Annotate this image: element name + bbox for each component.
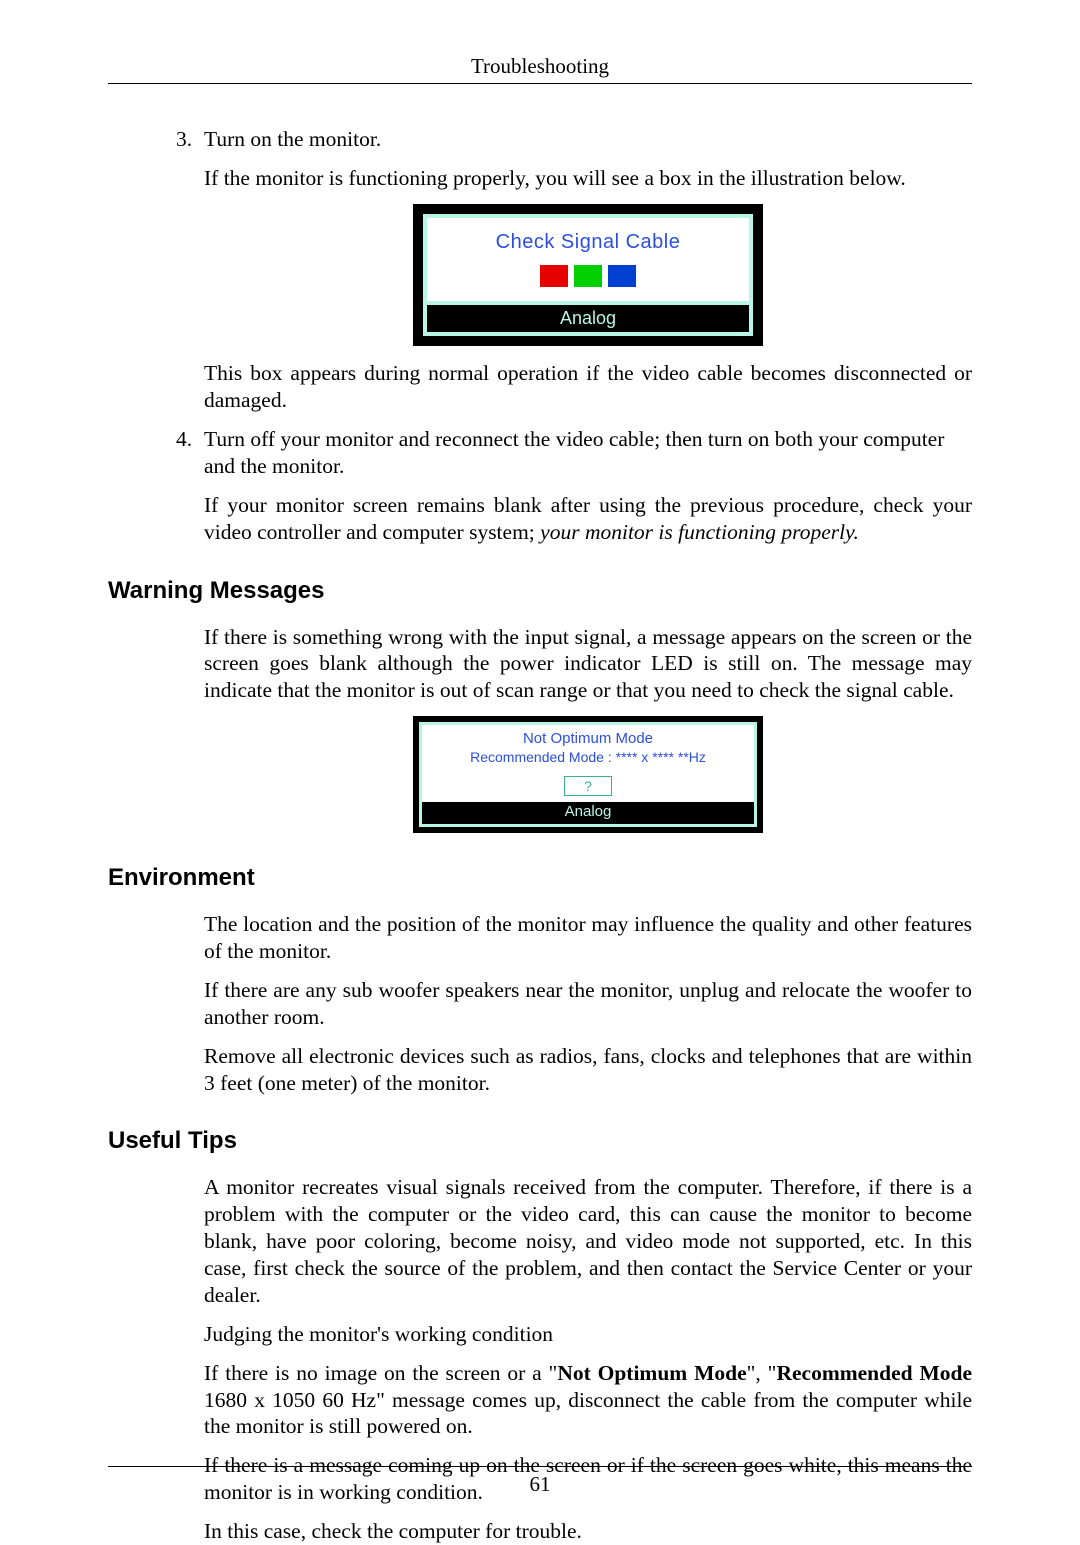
heading-environment: Environment xyxy=(108,863,972,893)
figure2-line2: Recommended Mode : **** x **** **Hz xyxy=(422,749,754,773)
red-square-icon xyxy=(540,265,568,287)
step-4-body: Turn off your monitor and reconnect the … xyxy=(204,426,972,480)
post-steps-note-italic: your monitor is functioning properly. xyxy=(540,520,859,544)
footer-rule xyxy=(108,1466,972,1467)
figure1-title: Check Signal Cable xyxy=(427,230,749,255)
step-3-number: 3. xyxy=(108,126,204,153)
tips-p5: In this case, check the computer for tro… xyxy=(204,1518,972,1545)
tips-p3-part-e: 1680 x 1050 60 Hz" message comes up, dis… xyxy=(204,1388,972,1439)
tips-p3-bold-1: Not Optimum Mode xyxy=(557,1361,746,1385)
environment-p3: Remove all electronic devices such as ra… xyxy=(204,1043,972,1097)
heading-warning-messages: Warning Messages xyxy=(108,576,972,606)
tips-p3: If there is no image on the screen or a … xyxy=(204,1360,972,1441)
step-4-number: 4. xyxy=(108,426,204,480)
warning-body: If there is something wrong with the inp… xyxy=(204,624,972,705)
tips-p3-bold-2: Recommended Mode xyxy=(776,1361,972,1385)
step-3-body: If the monitor is functioning properly, … xyxy=(204,165,972,192)
step-3: 3. Turn on the monitor. xyxy=(108,126,972,153)
tips-p3-part-c: ", " xyxy=(747,1361,777,1385)
figure1-color-squares xyxy=(427,265,749,287)
tips-p2: Judging the monitor's working condition xyxy=(204,1321,972,1348)
figure2-line1: Not Optimum Mode xyxy=(422,725,754,749)
figure2-question-button: ? xyxy=(564,776,612,796)
green-square-icon xyxy=(574,265,602,287)
page-header-title: Troubleshooting xyxy=(108,54,972,79)
step-3-title: Turn on the monitor. xyxy=(204,126,972,153)
blue-square-icon xyxy=(608,265,636,287)
figure-check-signal-cable: Check Signal Cable Analog xyxy=(204,204,972,347)
tips-p1: A monitor recreates visual signals recei… xyxy=(204,1174,972,1308)
figure1-footer: Analog xyxy=(427,305,749,333)
figure-not-optimum-mode: Not Optimum Mode Recommended Mode : ****… xyxy=(204,716,972,833)
step-3-after: This box appears during normal operation… xyxy=(204,360,972,414)
page-content: 3. Turn on the monitor. If the monitor i… xyxy=(108,126,972,1545)
tips-p3-part-a: If there is no image on the screen or a … xyxy=(204,1361,557,1385)
page-number: 61 xyxy=(0,1472,1080,1497)
post-steps-note: If your monitor screen remains blank aft… xyxy=(204,492,972,546)
step-4: 4. Turn off your monitor and reconnect t… xyxy=(108,426,972,480)
environment-p2: If there are any sub woofer speakers nea… xyxy=(204,977,972,1031)
heading-useful-tips: Useful Tips xyxy=(108,1126,972,1156)
header-rule xyxy=(108,83,972,84)
environment-p1: The location and the position of the mon… xyxy=(204,911,972,965)
figure2-footer: Analog xyxy=(422,802,754,824)
